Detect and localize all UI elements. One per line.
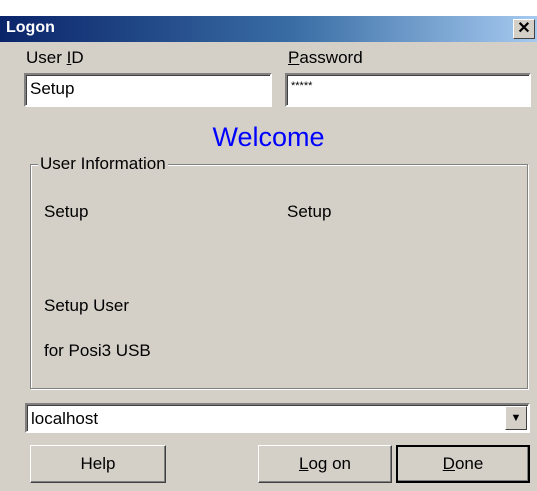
server-select[interactable]: localhost ▼ [25, 403, 530, 433]
user-id-label: User ID [26, 48, 84, 67]
window-title: Logon [6, 19, 55, 36]
close-button[interactable]: ✕ [513, 19, 535, 39]
user-info-field-1: Setup [44, 202, 89, 221]
dropdown-arrow-button[interactable]: ▼ [505, 406, 527, 430]
user-description: for Posi3 USB [44, 341, 151, 360]
title-bar: Logon ✕ [0, 16, 537, 42]
logon-dialog: Logon ✕ User ID Setup Password ***** Wel… [0, 16, 537, 491]
user-full-name: Setup User [44, 296, 130, 315]
welcome-heading: Welcome [212, 122, 325, 152]
help-button[interactable]: Help [30, 445, 166, 483]
password-input[interactable]: ***** [285, 73, 531, 107]
user-information-legend: User Information [38, 154, 168, 174]
close-icon: ✕ [517, 20, 531, 37]
logon-button[interactable]: Log on [258, 445, 392, 483]
user-id-input[interactable]: Setup [24, 73, 272, 107]
done-button[interactable]: Done [396, 445, 530, 483]
user-info-field-2: Setup [287, 202, 332, 221]
password-label: Password [288, 48, 363, 67]
server-select-value: localhost [31, 409, 99, 428]
chevron-down-icon: ▼ [510, 412, 522, 424]
